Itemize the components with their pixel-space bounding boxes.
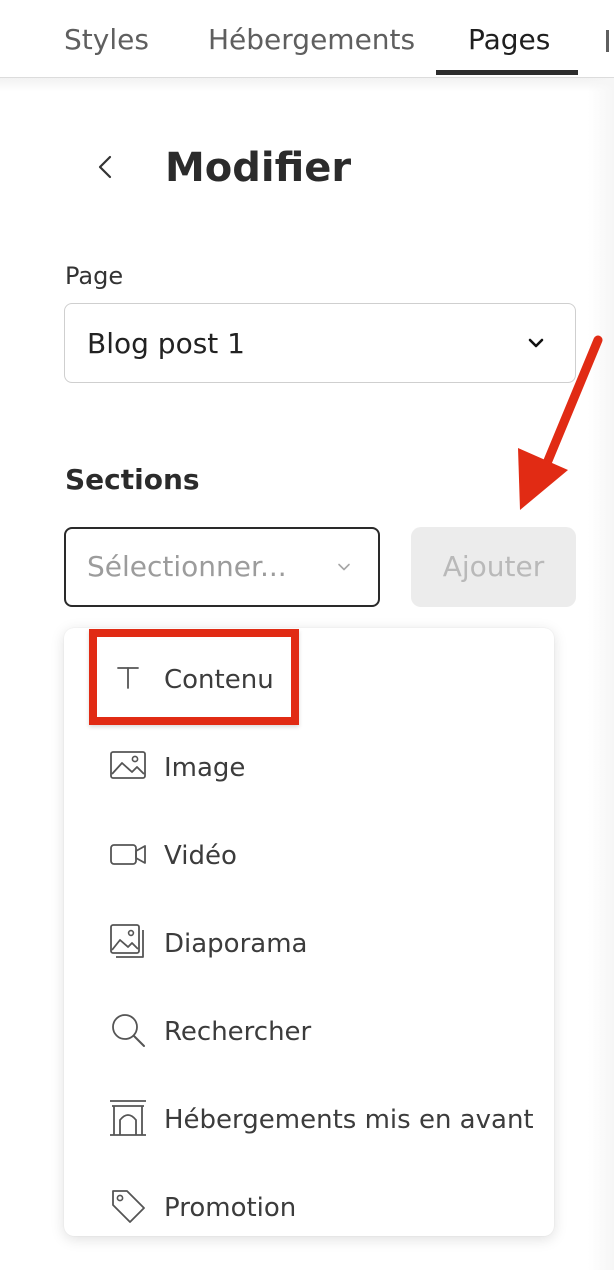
- menu-item-rechercher[interactable]: Rechercher: [64, 984, 554, 1072]
- section-select-placeholder: Sélectionner...: [87, 550, 287, 583]
- page-select-value: Blog post 1: [87, 327, 245, 360]
- sections-heading: Sections: [65, 463, 200, 496]
- page-title: Modifier: [165, 145, 352, 191]
- menu-item-hebergements-mis-en-avant[interactable]: Hébergements mis en avant: [64, 1072, 554, 1160]
- section-type-select[interactable]: Sélectionner...: [64, 527, 380, 607]
- search-icon: [112, 1014, 145, 1047]
- menu-item-diaporama[interactable]: Diaporama: [64, 896, 554, 984]
- add-section-button[interactable]: Ajouter: [411, 527, 576, 607]
- chevron-down-icon: [338, 563, 350, 571]
- menu-item-label: Hébergements mis en avant: [164, 1105, 534, 1135]
- active-tab-indicator: [436, 70, 578, 75]
- menu-item-image[interactable]: Image: [64, 720, 554, 808]
- menu-item-promotion[interactable]: Promotion: [64, 1160, 554, 1248]
- panel-edge-shadow: [588, 78, 614, 1270]
- image-icon: [110, 751, 146, 779]
- menu-item-label: Rechercher: [164, 1017, 312, 1047]
- menu-item-label: Vidéo: [164, 841, 237, 871]
- chevron-left-icon: [98, 155, 112, 179]
- featured-lodging-icon: [110, 1100, 146, 1136]
- page-field-label: Page: [65, 262, 124, 290]
- tab-overflow-fragment[interactable]: [606, 30, 609, 52]
- tab-bar: Styles Hébergements Pages: [0, 0, 614, 78]
- annotation-arrow-icon: [518, 335, 603, 510]
- tab-pages[interactable]: Pages: [468, 0, 550, 77]
- slideshow-icon: [110, 924, 144, 958]
- annotation-highlight-box: [89, 629, 299, 725]
- editor-panel: Styles Hébergements Pages Modifier Page …: [0, 0, 614, 1270]
- menu-item-label: Diaporama: [164, 929, 308, 959]
- tab-styles[interactable]: Styles: [64, 0, 149, 77]
- video-icon: [110, 844, 146, 865]
- tag-icon: [112, 1190, 145, 1223]
- back-button[interactable]: [88, 150, 122, 184]
- scroll-shadow: [0, 78, 614, 92]
- menu-item-video[interactable]: Vidéo: [64, 808, 554, 896]
- tab-hebergements[interactable]: Hébergements: [208, 0, 415, 77]
- menu-item-label: Image: [164, 753, 246, 783]
- menu-item-label: Promotion: [164, 1193, 297, 1223]
